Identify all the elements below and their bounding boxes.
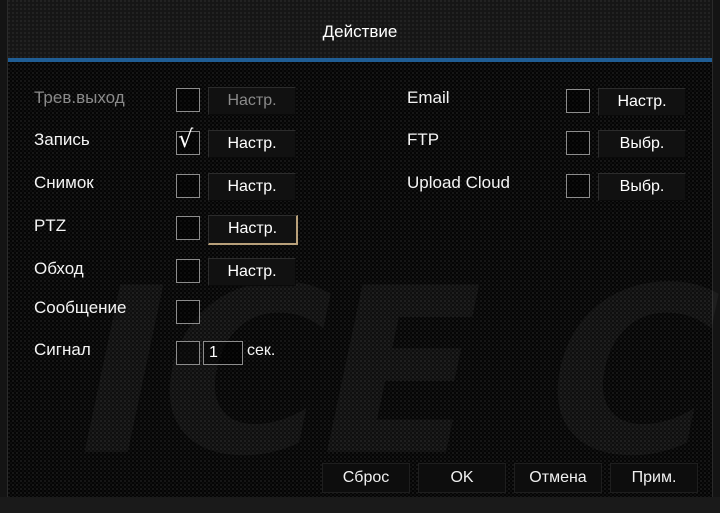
cancel-button[interactable]: Отмена — [514, 463, 602, 493]
dialog-right-edge — [712, 0, 720, 513]
buzzer-unit-label: сек. — [247, 342, 276, 359]
dialog-title: Действие — [322, 22, 398, 41]
label-tour: Обход — [34, 259, 84, 278]
checkbox-message[interactable] — [176, 300, 200, 324]
ok-button[interactable]: OK — [418, 463, 506, 493]
apply-button[interactable]: Прим. — [610, 463, 698, 493]
label-email: Email — [407, 88, 450, 107]
email-settings-button[interactable]: Настр. — [598, 88, 686, 116]
checkbox-email[interactable] — [566, 89, 590, 113]
label-upload-cloud: Upload Cloud — [407, 173, 511, 192]
label-snapshot: Снимок — [34, 173, 94, 192]
label-buzzer: Сигнал — [34, 340, 91, 359]
brand-watermark: ICE C — [51, 240, 720, 507]
checkbox-record[interactable]: √ — [176, 127, 200, 155]
checkbox-tour[interactable] — [176, 259, 200, 283]
record-settings-button[interactable]: Настр. — [208, 130, 296, 158]
action-dialog: Действие ICE C Трев.выход Настр. Запись … — [0, 0, 720, 513]
dialog-bottom-edge — [0, 497, 720, 513]
checkmark-icon: √ — [178, 125, 194, 153]
reset-button[interactable]: Сброс — [322, 463, 410, 493]
title-accent-line — [8, 58, 712, 62]
ftp-select-button[interactable]: Выбр. — [598, 130, 686, 158]
upload-cloud-select-button[interactable]: Выбр. — [598, 173, 686, 201]
dialog-left-edge — [0, 0, 8, 513]
label-record: Запись — [34, 130, 90, 149]
label-alarm-output: Трев.выход — [34, 88, 125, 107]
tour-settings-button[interactable]: Настр. — [208, 258, 296, 286]
checkbox-buzzer[interactable] — [176, 341, 200, 365]
label-ptz: PTZ — [34, 216, 67, 235]
label-ftp: FTP — [407, 130, 440, 149]
checkbox-snapshot[interactable] — [176, 174, 200, 198]
ptz-settings-button[interactable]: Настр. — [208, 215, 298, 245]
alarm-output-settings-button[interactable]: Настр. — [208, 87, 296, 115]
checkbox-alarm-output[interactable] — [176, 88, 200, 112]
checkbox-upload-cloud[interactable] — [566, 174, 590, 198]
checkbox-ftp[interactable] — [566, 131, 590, 155]
label-message: Сообщение — [34, 298, 127, 317]
buzzer-duration-input[interactable]: 1 — [203, 341, 243, 365]
checkbox-ptz[interactable] — [176, 216, 200, 240]
snapshot-settings-button[interactable]: Настр. — [208, 173, 296, 201]
